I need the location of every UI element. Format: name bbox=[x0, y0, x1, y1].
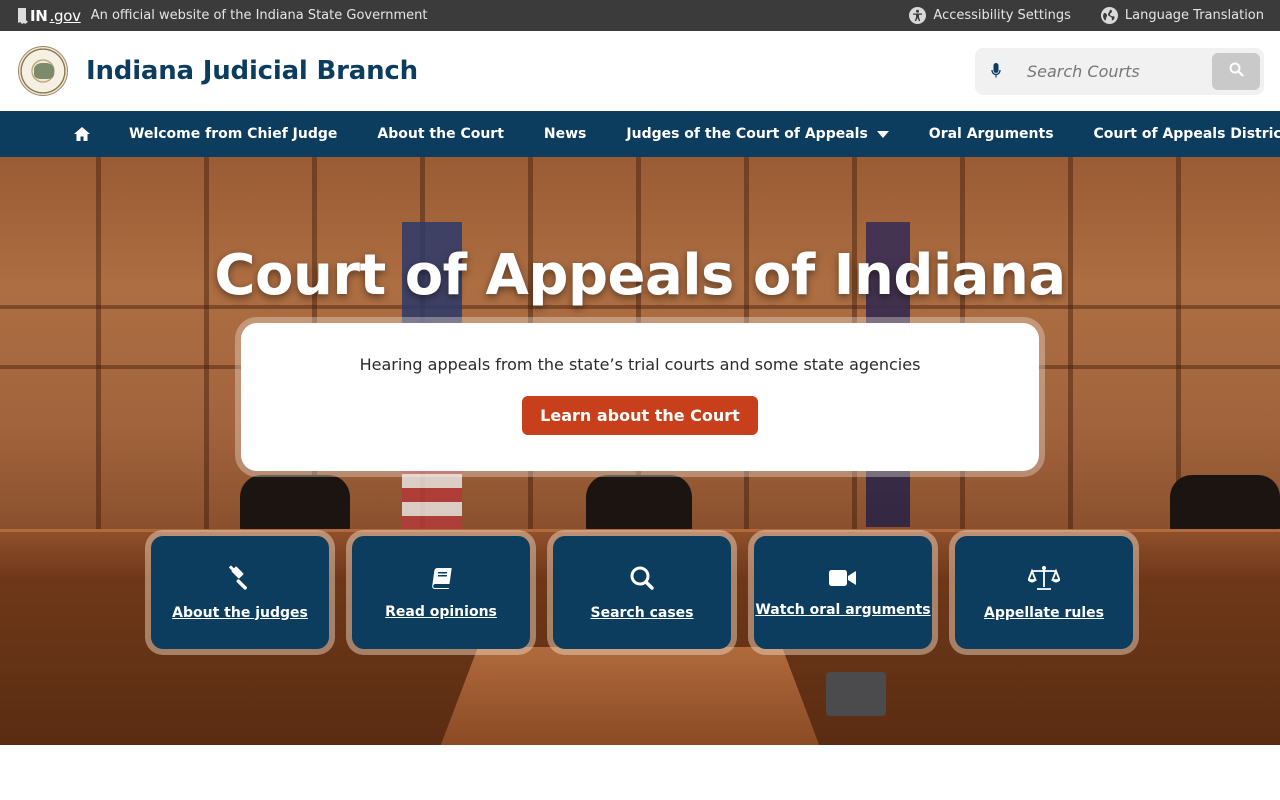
search-icon bbox=[629, 565, 655, 591]
indiana-state-icon bbox=[16, 7, 28, 24]
tile-appellate-rules[interactable]: Appellate rules bbox=[955, 536, 1133, 649]
judge-chair-image bbox=[1170, 475, 1280, 533]
tile-label: Read opinions bbox=[385, 603, 497, 620]
tile-label: Search cases bbox=[590, 604, 694, 621]
judge-chair-image bbox=[240, 475, 350, 533]
brand[interactable]: Indiana Judicial Branch bbox=[18, 46, 418, 96]
state-bar: IN .gov An official website of the Indian… bbox=[0, 0, 1280, 31]
language-translation-link[interactable]: Language Translation bbox=[1100, 7, 1264, 24]
gavel-icon bbox=[227, 564, 253, 591]
timer-device-image bbox=[826, 672, 886, 716]
tile-frame: Appellate rules bbox=[949, 530, 1139, 655]
microphone-icon[interactable] bbox=[989, 63, 1003, 79]
nav-news[interactable]: News bbox=[544, 126, 586, 142]
tile-about-judges[interactable]: About the judges bbox=[151, 536, 329, 649]
tile-frame: Search cases bbox=[547, 530, 737, 655]
site-header: Indiana Judicial Branch bbox=[0, 31, 1280, 111]
quick-links: About the judges Read opinions Search ca… bbox=[145, 530, 1139, 655]
nav-label: About the Court bbox=[377, 126, 504, 142]
tile-read-opinions[interactable]: Read opinions bbox=[352, 536, 530, 649]
nav-judges-dropdown[interactable]: Judges of the Court of Appeals bbox=[626, 126, 889, 142]
home-icon[interactable] bbox=[73, 126, 91, 142]
accessibility-settings-link[interactable]: Accessibility Settings bbox=[909, 7, 1071, 24]
learn-about-court-button[interactable]: Learn about the Court bbox=[522, 396, 758, 435]
state-seal-logo bbox=[18, 46, 68, 96]
hero-card: Hearing appeals from the state’s trial c… bbox=[241, 323, 1039, 471]
state-bar-left: IN .gov An official website of the Indian… bbox=[16, 7, 427, 25]
nav-about-court[interactable]: About the Court bbox=[377, 126, 504, 142]
tile-frame: Watch oral arguments bbox=[748, 530, 938, 655]
nav-oral-arguments[interactable]: Oral Arguments bbox=[929, 126, 1054, 142]
nav-label: News bbox=[543, 126, 587, 142]
tile-search-cases[interactable]: Search cases bbox=[553, 536, 731, 649]
tile-label: Appellate rules bbox=[984, 604, 1104, 621]
counsel-table-image bbox=[440, 647, 820, 745]
hero-subtitle: Hearing appeals from the state’s trial c… bbox=[359, 355, 921, 374]
nav-welcome-chief-judge[interactable]: Welcome from Chief Judge bbox=[129, 126, 337, 142]
search-button[interactable] bbox=[1212, 52, 1260, 90]
tile-label: Watch oral arguments bbox=[755, 601, 931, 618]
nav-districts[interactable]: Court of Appeals Districts bbox=[1094, 126, 1280, 142]
search-input[interactable] bbox=[1025, 60, 1212, 82]
tile-frame: About the judges bbox=[145, 530, 335, 655]
scales-icon bbox=[1028, 565, 1060, 591]
nav-label: Judges of the Court of Appeals bbox=[626, 126, 868, 142]
hero-title: Court of Appeals of Indiana bbox=[214, 243, 1066, 308]
accessibility-settings-label: Accessibility Settings bbox=[933, 8, 1071, 23]
tile-frame: Read opinions bbox=[346, 530, 536, 655]
tile-label: About the judges bbox=[172, 604, 308, 621]
video-camera-icon bbox=[829, 568, 857, 588]
search-box bbox=[975, 47, 1264, 95]
site-title: Indiana Judicial Branch bbox=[86, 56, 418, 86]
in-gov-logo[interactable]: IN .gov bbox=[16, 7, 81, 25]
hero-banner: Court of Appeals of Indiana Hearing appe… bbox=[0, 157, 1280, 745]
tile-watch-oral-arguments[interactable]: Watch oral arguments bbox=[754, 536, 932, 649]
gov-text: .gov bbox=[49, 6, 81, 25]
caret-down-icon bbox=[876, 126, 889, 142]
search-icon bbox=[1229, 62, 1244, 81]
official-site-text: An official website of the Indiana State… bbox=[90, 8, 428, 23]
main-nav: Welcome from Chief Judge About the Court… bbox=[0, 111, 1280, 157]
state-bar-right: Accessibility Settings Language Translat… bbox=[909, 7, 1264, 24]
judge-chair-image bbox=[586, 475, 692, 533]
accessibility-icon bbox=[909, 7, 927, 24]
nav-label: Welcome from Chief Judge bbox=[129, 126, 338, 142]
nav-label: Oral Arguments bbox=[928, 126, 1054, 142]
book-icon bbox=[429, 566, 453, 590]
language-translation-label: Language Translation bbox=[1124, 8, 1264, 23]
globe-icon bbox=[1100, 7, 1118, 24]
hero-card-frame: Hearing appeals from the state’s trial c… bbox=[235, 317, 1045, 477]
in-text: IN bbox=[30, 6, 48, 25]
nav-label: Court of Appeals Districts bbox=[1093, 126, 1280, 142]
